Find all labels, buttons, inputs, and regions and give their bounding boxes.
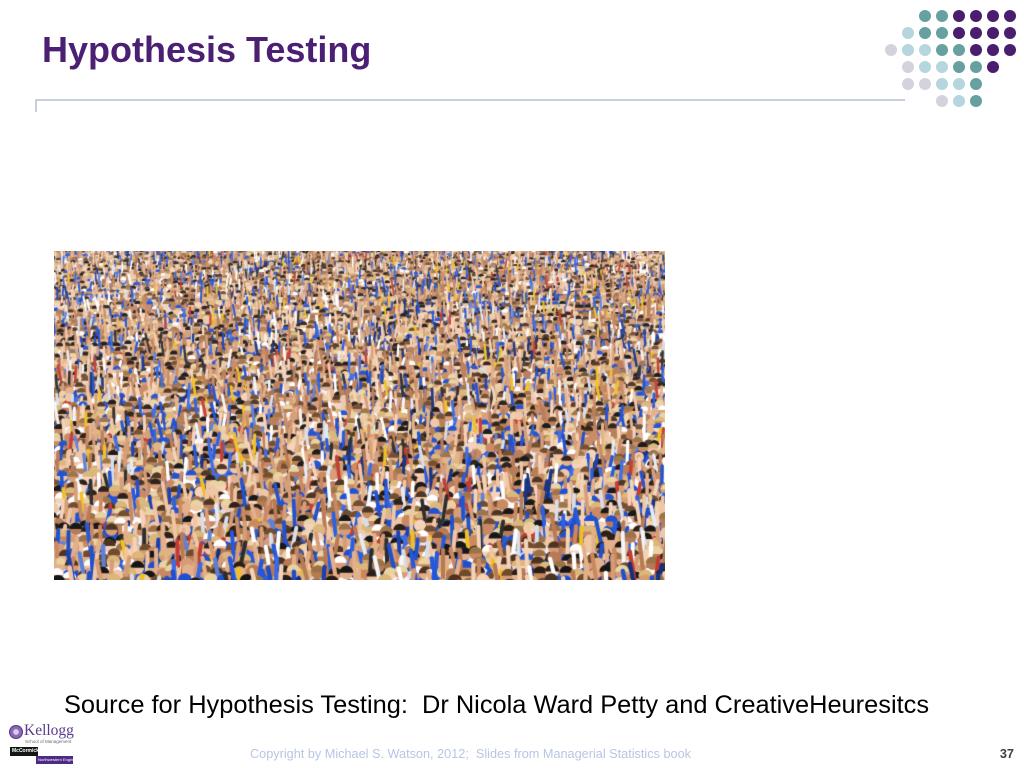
slide-number: 37 bbox=[999, 747, 1014, 761]
decorative-dot bbox=[987, 27, 999, 39]
decorative-dot bbox=[953, 95, 965, 107]
decorative-dot bbox=[936, 27, 948, 39]
title-underline bbox=[35, 99, 905, 101]
decorative-dot bbox=[987, 44, 999, 56]
crowd-photo bbox=[54, 251, 665, 580]
decorative-dot bbox=[1004, 44, 1016, 56]
slide: Hypothesis Testing Source for Hypothesis… bbox=[0, 0, 1024, 768]
decorative-dot bbox=[936, 10, 948, 22]
decorative-dot bbox=[953, 61, 965, 73]
decorative-dot bbox=[885, 44, 897, 56]
decorative-dot bbox=[970, 61, 982, 73]
decorative-dot bbox=[936, 95, 948, 107]
decorative-dot bbox=[919, 44, 931, 56]
northwestern-engineering-bar: Northwestern Engineering bbox=[36, 756, 73, 764]
decorative-dot bbox=[919, 78, 931, 90]
decorative-dot bbox=[902, 61, 914, 73]
decorative-dot bbox=[953, 44, 965, 56]
decorative-dot bbox=[987, 61, 999, 73]
decorative-dot bbox=[970, 27, 982, 39]
decorative-dot bbox=[919, 27, 931, 39]
source-note: Source for Hypothesis Testing: Dr Nicola… bbox=[64, 691, 930, 719]
decorative-dot bbox=[970, 78, 982, 90]
title-underline-corner bbox=[35, 99, 37, 112]
decorative-dot bbox=[987, 10, 999, 22]
decorative-dot bbox=[970, 10, 982, 22]
decorative-dot bbox=[953, 27, 965, 39]
kellogg-wordmark: Kellogg bbox=[24, 722, 74, 739]
decorative-dot bbox=[953, 78, 965, 90]
decorative-dot bbox=[970, 44, 982, 56]
decorative-dot bbox=[902, 27, 914, 39]
decorative-dot bbox=[919, 10, 931, 22]
decorative-dot-grid bbox=[885, 10, 1016, 107]
slide-title: Hypothesis Testing bbox=[42, 29, 372, 70]
footer-copyright: Copyright by Michael S. Watson, 2012; Sl… bbox=[250, 747, 691, 761]
kellogg-seal-icon bbox=[9, 725, 23, 739]
mccormick-wordmark: McCormick bbox=[10, 747, 38, 756]
decorative-dot bbox=[936, 44, 948, 56]
decorative-dot bbox=[936, 61, 948, 73]
decorative-dot bbox=[902, 78, 914, 90]
decorative-dot bbox=[902, 44, 914, 56]
decorative-dot bbox=[970, 95, 982, 107]
decorative-dot bbox=[919, 61, 931, 73]
kellogg-subtitle: School of Management bbox=[25, 739, 72, 744]
decorative-dot bbox=[953, 10, 965, 22]
decorative-dot bbox=[1004, 27, 1016, 39]
decorative-dot bbox=[936, 78, 948, 90]
decorative-dot bbox=[1004, 10, 1016, 22]
